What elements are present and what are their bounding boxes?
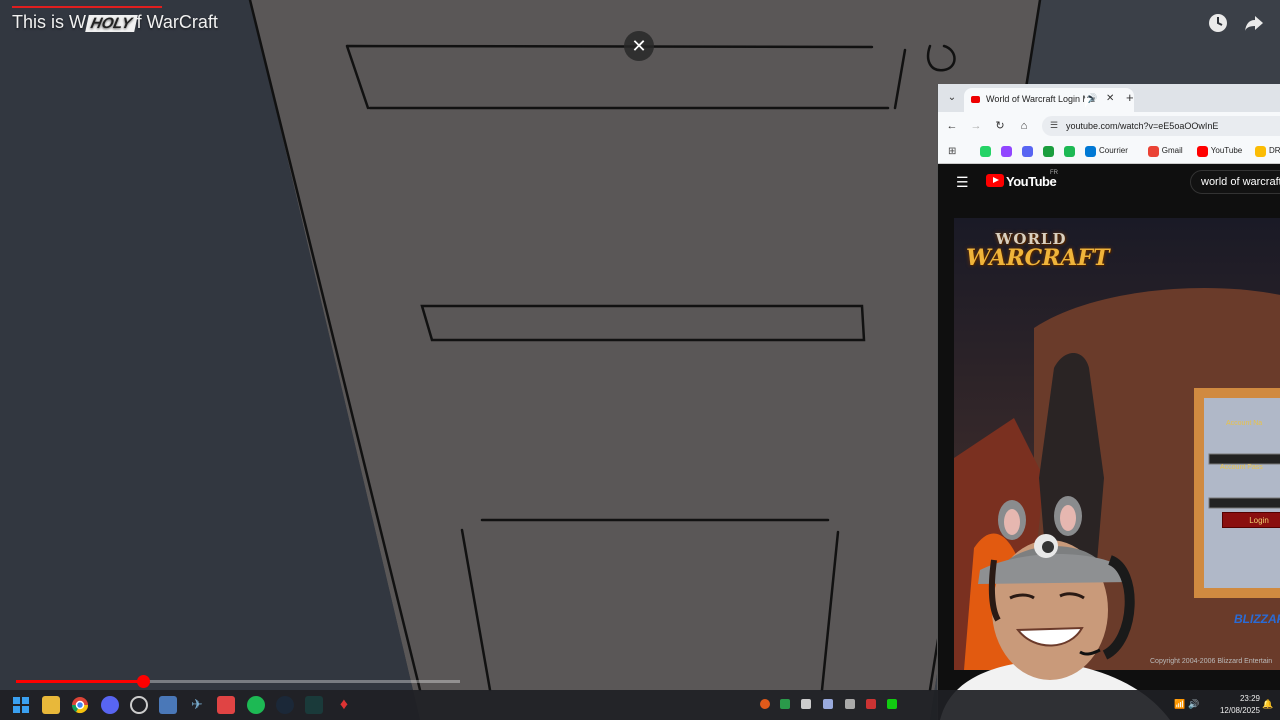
close-icon[interactable]: ✕ (624, 31, 654, 61)
video-title-prefix: This is W (12, 12, 86, 32)
forward-arrow-icon[interactable]: → (968, 118, 984, 134)
account-name-label: Account Na (1226, 420, 1263, 427)
file-explorer-icon[interactable] (42, 696, 60, 714)
app-icon-2[interactable]: ✈ (188, 696, 206, 714)
new-tab-button[interactable]: + (1126, 90, 1134, 105)
bookmarks-bar: ⊞ Courrier Gmail YouTube DRIVE (938, 140, 1280, 164)
wow-logo-line2: WARCRAFT (966, 245, 1110, 271)
search-input[interactable]: world of warcraft (1190, 170, 1280, 194)
progress-indicator-line (12, 6, 162, 8)
notification-icon[interactable]: 🔔 (1262, 699, 1273, 709)
reload-icon[interactable]: ↻ (992, 118, 1008, 134)
bookmark-icon[interactable] (1043, 146, 1054, 157)
calculator-icon[interactable] (159, 696, 177, 714)
app-icon-4[interactable]: ♦ (335, 696, 353, 714)
video-progress-bar[interactable] (16, 675, 460, 688)
bookmark-icon[interactable] (1064, 146, 1075, 157)
app-icon[interactable] (130, 696, 148, 714)
tab-title: World of Warcraft Login Mu (986, 94, 1096, 104)
terminal-icon[interactable] (305, 696, 323, 714)
bookmark-icon[interactable] (1085, 146, 1096, 157)
chrome-icon[interactable] (71, 696, 89, 714)
video-title: This is W HOLY f WarCraft (12, 12, 218, 33)
bookmark-label[interactable]: YouTube (1211, 146, 1242, 155)
bookmark-icon[interactable] (1196, 146, 1208, 157)
video-progress-fill (16, 680, 144, 683)
tray-app-icon[interactable] (760, 699, 770, 709)
blizzard-logo: BLIZZARD (1234, 612, 1280, 626)
clock-icon[interactable] (1206, 12, 1230, 36)
site-info-icon[interactable]: ☰ (1050, 120, 1058, 131)
browser-tab[interactable]: World of Warcraft Login Mu 🔊 ✕ (964, 88, 1134, 112)
volume-icon[interactable]: 🔊 (1188, 699, 1199, 709)
menu-icon[interactable]: ☰ (956, 175, 969, 189)
region-label: FR (1050, 170, 1058, 176)
video-title-suffix: f WarCraft (136, 12, 218, 32)
bookmark-label[interactable]: Gmail (1162, 146, 1183, 155)
tray-cloud-icon[interactable] (823, 699, 833, 709)
webcam-overlay (940, 496, 1170, 720)
clock-date: 12/08/2025 (1219, 706, 1260, 715)
discord-icon[interactable] (101, 696, 119, 714)
back-arrow-icon[interactable]: ← (944, 118, 960, 134)
app-icon-3[interactable] (217, 696, 235, 714)
apps-grid-icon[interactable]: ⊞ (948, 146, 959, 157)
spotify-icon[interactable] (247, 696, 265, 714)
tab-search-icon[interactable]: ⌄ (944, 90, 960, 106)
youtube-logo-text[interactable]: YouTube (1006, 174, 1057, 189)
youtube-favicon-icon (971, 96, 980, 103)
bookmark-label[interactable]: DRIVE (1269, 146, 1280, 155)
screen: This is W HOLY f WarCraft ✕ ⌄ World of War… (0, 0, 1280, 720)
youtube-logo-icon[interactable] (986, 174, 1004, 187)
tray-nvidia-icon[interactable] (780, 699, 790, 709)
tray-app-icon-2[interactable] (866, 699, 876, 709)
tray-app-icon-3[interactable] (887, 699, 897, 709)
mouse-cursor-icon (1085, 98, 1091, 108)
windows-start-icon[interactable] (12, 696, 30, 714)
steam-icon[interactable] (276, 696, 294, 714)
bookmark-icon[interactable] (1255, 146, 1266, 157)
taskbar: ✈ ♦ 📶 🔊 23:29 12/08/2025 🔔 (0, 690, 1280, 720)
bookmark-icon[interactable] (980, 146, 991, 157)
home-icon[interactable]: ⌂ (1016, 118, 1032, 134)
bookmark-icon[interactable] (1022, 146, 1033, 157)
navigation-bar: ← → ↻ ⌂ ☰ youtube.com/watch?v=eE5oaOOwIn… (938, 112, 1280, 140)
url-text: youtube.com/watch?v=eE5oaOOwInE (1066, 121, 1219, 131)
youtube-header: ☰ YouTube FR world of warcraft (938, 164, 1280, 200)
bookmark-label[interactable]: Courrier (1099, 146, 1128, 155)
bookmark-icon[interactable] (1001, 146, 1012, 157)
tab-strip: ⌄ World of Warcraft Login Mu 🔊 ✕ + (938, 84, 1280, 112)
address-bar[interactable]: ☰ youtube.com/watch?v=eE5oaOOwInE (1042, 116, 1280, 136)
system-clock[interactable]: 23:29 12/08/2025 (1206, 693, 1260, 717)
account-password-label: Account Pass (1220, 464, 1263, 471)
video-title-highlight: HOLY (85, 15, 138, 32)
share-arrow-icon[interactable] (1242, 12, 1266, 36)
wifi-icon[interactable]: 📶 (1174, 699, 1185, 709)
tab-close-icon[interactable]: ✕ (1106, 93, 1114, 104)
tray-discord-icon[interactable] (801, 699, 811, 709)
wow-logo: WORLD WARCRAFT (966, 232, 1110, 271)
tray-arrow-icon[interactable] (845, 699, 855, 709)
login-button: Login (1222, 512, 1280, 528)
bookmark-icon[interactable] (1147, 146, 1159, 157)
clock-time: 23:29 (1239, 694, 1260, 703)
